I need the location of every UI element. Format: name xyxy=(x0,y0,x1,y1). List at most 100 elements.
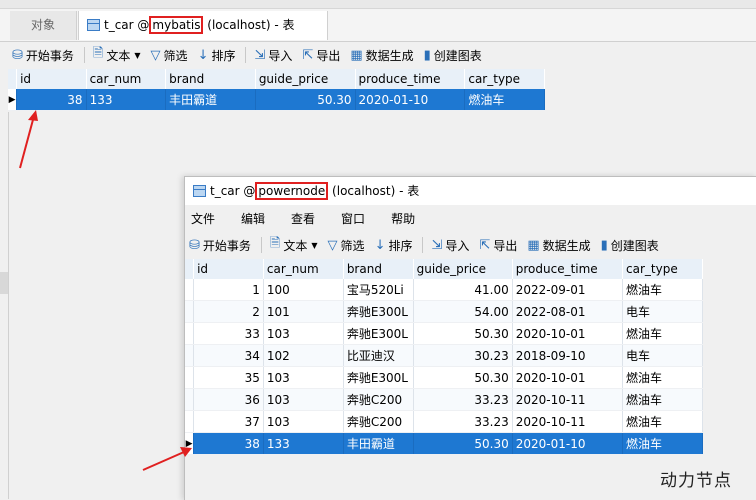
cell-car-type[interactable]: 燃油车 xyxy=(622,432,703,455)
cell-guide-price[interactable]: 50.30 xyxy=(413,366,513,389)
cell-guide-price[interactable]: 30.23 xyxy=(413,344,513,367)
table-row[interactable]: 35 103 奔驰E300L 50.30 2020-10-01 燃油车 xyxy=(185,366,703,389)
cell-produce-time[interactable]: 2020-10-11 xyxy=(512,388,624,411)
cell-guide-price[interactable]: 41.00 xyxy=(413,279,513,301)
cell-id[interactable]: 38 xyxy=(193,432,264,455)
cell-car-type[interactable]: 燃油车 xyxy=(622,279,703,301)
generate-data-button[interactable]: ▦ 数据生成 xyxy=(527,237,590,254)
cell-guide-price[interactable]: 33.23 xyxy=(413,410,513,433)
cell-car-num[interactable]: 103 xyxy=(263,388,344,411)
cell-id[interactable]: 33 xyxy=(193,322,264,345)
filter-button[interactable]: ▽ 筛选 xyxy=(151,47,188,64)
cell-brand[interactable]: 奔驰C200 xyxy=(343,410,414,433)
cell-brand[interactable]: 奔驰E300L xyxy=(343,322,414,345)
column-header-car-type[interactable]: car_type xyxy=(464,69,545,89)
column-header-car-num[interactable]: car_num xyxy=(263,259,344,279)
cell-guide-price[interactable]: 50.30 xyxy=(413,322,513,345)
create-chart-button[interactable]: ▮ 创建图表 xyxy=(424,47,482,64)
cell-car-num[interactable]: 133 xyxy=(263,432,344,455)
generate-data-button[interactable]: ▦ 数据生成 xyxy=(350,47,413,64)
filter-button[interactable]: ▽ 筛选 xyxy=(328,237,365,254)
cell-id[interactable]: 35 xyxy=(193,366,264,389)
row-marker xyxy=(185,322,195,345)
cell-car-num[interactable]: 102 xyxy=(263,344,344,367)
import-button[interactable]: ⇲ 导入 xyxy=(254,47,292,64)
cell-car-num[interactable]: 133 xyxy=(86,89,167,111)
cell-brand[interactable]: 宝马520Li xyxy=(343,279,414,301)
cell-car-type[interactable]: 电车 xyxy=(622,300,703,323)
cell-car-num[interactable]: 103 xyxy=(263,366,344,389)
column-header-car-type[interactable]: car_type xyxy=(622,259,703,279)
cell-car-type[interactable]: 燃油车 xyxy=(622,322,703,345)
cell-car-type[interactable]: 燃油车 xyxy=(622,366,703,389)
table-row[interactable]: 1 100 宝马520Li 41.00 2022-09-01 燃油车 xyxy=(185,279,703,301)
menu-window[interactable]: 窗口 xyxy=(341,210,365,227)
column-header-id[interactable]: id xyxy=(193,259,264,279)
cell-car-type[interactable]: 燃油车 xyxy=(622,388,703,411)
cell-car-num[interactable]: 100 xyxy=(263,279,344,301)
sort-button[interactable]: ↓ 排序 xyxy=(375,237,413,254)
cell-id[interactable]: 2 xyxy=(193,300,264,323)
export-button[interactable]: ⇱ 导出 xyxy=(302,47,340,64)
begin-transaction-button[interactable]: ⛁ 开始事务 xyxy=(189,237,251,254)
cell-produce-time[interactable]: 2020-10-01 xyxy=(512,366,624,389)
cell-produce-time[interactable]: 2020-01-10 xyxy=(512,432,624,455)
table-row[interactable]: 33 103 奔驰E300L 50.30 2020-10-01 燃油车 xyxy=(185,322,703,345)
tab-objects[interactable]: 对象 xyxy=(10,11,77,40)
create-chart-button[interactable]: ▮ 创建图表 xyxy=(601,237,659,254)
text-button[interactable]: 🗎 文本 ▼ xyxy=(93,44,141,66)
tab-t-car-mybatis[interactable]: t_car @ mybatis (localhost) - 表 xyxy=(78,11,328,40)
cell-produce-time[interactable]: 2020-10-01 xyxy=(512,322,624,345)
table-row[interactable]: ▶ 38 133 丰田霸道 50.30 2020-01-10 燃油车 xyxy=(8,89,545,111)
table-row[interactable]: 37 103 奔驰C200 33.23 2020-10-11 燃油车 xyxy=(185,410,703,433)
cell-car-type[interactable]: 电车 xyxy=(622,344,703,367)
column-header-produce-time[interactable]: produce_time xyxy=(355,69,466,89)
cell-brand[interactable]: 丰田霸道 xyxy=(343,432,414,455)
cell-brand[interactable]: 奔驰C200 xyxy=(343,388,414,411)
column-header-car-num[interactable]: car_num xyxy=(86,69,167,89)
cell-produce-time[interactable]: 2022-08-01 xyxy=(512,300,624,323)
cell-brand[interactable]: 奔驰E300L xyxy=(343,366,414,389)
table-row[interactable]: 2 101 奔驰E300L 54.00 2022-08-01 电车 xyxy=(185,300,703,323)
begin-transaction-button[interactable]: ⛁ 开始事务 xyxy=(12,47,74,64)
cell-brand[interactable]: 丰田霸道 xyxy=(165,89,256,111)
menu-edit[interactable]: 编辑 xyxy=(241,210,265,227)
cell-car-num[interactable]: 101 xyxy=(263,300,344,323)
cell-guide-price[interactable]: 50.30 xyxy=(255,89,356,111)
cell-id[interactable]: 37 xyxy=(193,410,264,433)
cell-guide-price[interactable]: 50.30 xyxy=(413,432,513,455)
table-row[interactable]: 34 102 比亚迪汉 30.23 2018-09-10 电车 xyxy=(185,344,703,367)
import-button[interactable]: ⇲ 导入 xyxy=(431,237,469,254)
cell-car-num[interactable]: 103 xyxy=(263,410,344,433)
powernode-data-grid: id car_num brand guide_price produce_tim… xyxy=(185,259,703,455)
cell-produce-time[interactable]: 2018-09-10 xyxy=(512,344,624,367)
cell-produce-time[interactable]: 2020-01-10 xyxy=(355,89,466,111)
text-button[interactable]: 🗎 文本 ▼ xyxy=(270,234,318,256)
menu-view[interactable]: 查看 xyxy=(291,210,315,227)
cell-produce-time[interactable]: 2022-09-01 xyxy=(512,279,624,301)
cell-id[interactable]: 34 xyxy=(193,344,264,367)
cell-guide-price[interactable]: 33.23 xyxy=(413,388,513,411)
cell-car-type[interactable]: 燃油车 xyxy=(622,410,703,433)
table-row[interactable]: 36 103 奔驰C200 33.23 2020-10-11 燃油车 xyxy=(185,388,703,411)
cell-car-type[interactable]: 燃油车 xyxy=(464,89,545,111)
cell-id[interactable]: 1 xyxy=(193,279,264,301)
cell-guide-price[interactable]: 54.00 xyxy=(413,300,513,323)
cell-brand[interactable]: 奔驰E300L xyxy=(343,300,414,323)
column-header-produce-time[interactable]: produce_time xyxy=(512,259,624,279)
column-header-guide-price[interactable]: guide_price xyxy=(255,69,356,89)
cell-id[interactable]: 36 xyxy=(193,388,264,411)
menu-help[interactable]: 帮助 xyxy=(391,210,415,227)
cell-brand[interactable]: 比亚迪汉 xyxy=(343,344,414,367)
table-row[interactable]: ▶ 38 133 丰田霸道 50.30 2020-01-10 燃油车 xyxy=(185,432,703,455)
menu-file[interactable]: 文件 xyxy=(191,210,215,227)
column-header-id[interactable]: id xyxy=(16,69,87,89)
cell-produce-time[interactable]: 2020-10-11 xyxy=(512,410,624,433)
column-header-guide-price[interactable]: guide_price xyxy=(413,259,513,279)
column-header-brand[interactable]: brand xyxy=(165,69,256,89)
cell-car-num[interactable]: 103 xyxy=(263,322,344,345)
sort-button[interactable]: ↓ 排序 xyxy=(198,47,236,64)
import-icon: ⇲ xyxy=(254,47,266,63)
column-header-brand[interactable]: brand xyxy=(343,259,414,279)
export-button[interactable]: ⇱ 导出 xyxy=(479,237,517,254)
